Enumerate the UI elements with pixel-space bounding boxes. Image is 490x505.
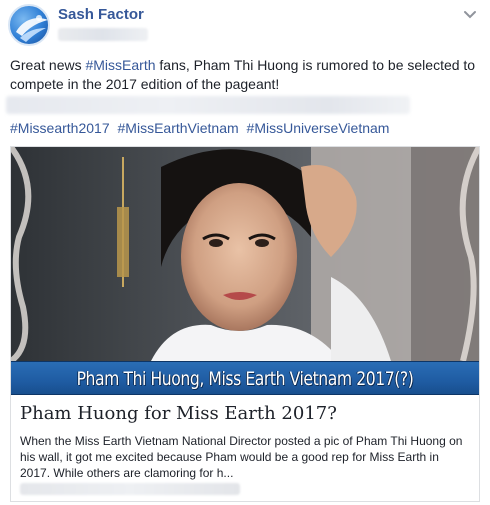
portrait-photo-illustration [11,147,479,361]
hashtag-missuniversevietnam[interactable]: #MissUniverseVietnam [247,120,390,136]
hashtag-list: #Missearth2017 #MissEarthVietnam #MissUn… [10,120,393,136]
link-card-description: When the Miss Earth Vietnam National Dir… [20,434,463,480]
link-card-title[interactable]: Pham Huong for Miss Earth 2017? [20,403,337,424]
facebook-post: Sash Factor Great news #MissEarth fans, … [0,0,490,505]
chevron-down-icon[interactable] [462,6,478,22]
link-card-domain-blurred [20,483,240,495]
post-message: Great news #MissEarth fans, Pham Thi Huo… [10,56,480,94]
image-caption-text: Pham Thi Huong, Miss Earth Vietnam 2017(… [76,368,414,390]
page-name-link[interactable]: Sash Factor [58,6,144,23]
link-preview-image [11,147,479,361]
page-avatar[interactable] [8,4,50,46]
post-text-start: Great news [10,57,86,73]
image-caption-band: Pham Thi Huong, Miss Earth Vietnam 2017(… [11,361,479,395]
hashtag-missearthvietnam[interactable]: #MissEarthVietnam [118,120,239,136]
post-timestamp-blurred [58,28,148,41]
hashtag-missearth2017[interactable]: #Missearth2017 [10,120,110,136]
blurred-text-line [6,96,410,114]
link-preview-card[interactable]: Pham Thi Huong, Miss Earth Vietnam 2017(… [10,146,480,502]
sash-factor-logo-icon [16,15,48,42]
hashtag-missearth-link[interactable]: #MissEarth [85,57,155,73]
